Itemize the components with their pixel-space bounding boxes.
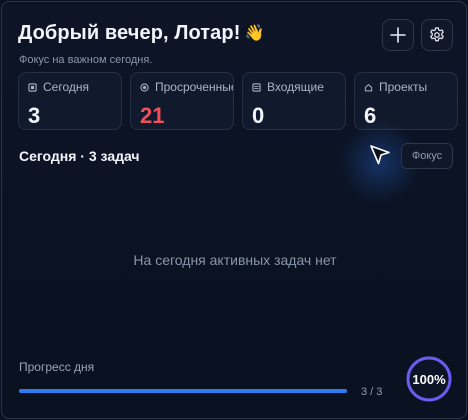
focus-button[interactable]: Фокус	[401, 143, 453, 169]
settings-button[interactable]	[421, 19, 453, 51]
progress-count: 3 / 3	[361, 386, 383, 398]
square-icon	[28, 82, 37, 92]
greeting-title: Добрый вечер, Лотар! 👋	[18, 22, 265, 45]
stat-card-today[interactable]: Сегодня 3	[18, 72, 122, 130]
stat-card-overdue[interactable]: Просроченные 21	[130, 72, 234, 130]
mouse-cursor-icon	[370, 145, 390, 165]
house-icon	[364, 83, 373, 91]
stat-label: Сегодня	[43, 80, 89, 94]
progress-percent: 100%	[412, 371, 446, 387]
add-button[interactable]	[382, 19, 414, 51]
greeting-text: Добрый вечер, Лотар!	[18, 22, 241, 44]
greeting-subtitle: Фокус на важном сегодня.	[19, 54, 153, 66]
dashboard-panel: Добрый вечер, Лотар! 👋 Фокус на важном с…	[1, 1, 467, 419]
inbox-icon	[252, 82, 261, 92]
progress-bar	[19, 389, 347, 393]
stat-value: 3	[28, 103, 41, 128]
progress-ring: 100%	[405, 355, 453, 403]
stat-card-inbox[interactable]: Входящие 0	[242, 72, 346, 130]
stat-value: 21	[140, 103, 165, 128]
stat-label: Входящие	[267, 80, 324, 94]
empty-state-text: На сегодня активных задач нет	[133, 252, 337, 268]
wave-emoji: 👋	[244, 24, 265, 42]
progress-bar-fill	[19, 389, 347, 393]
stat-label: Просроченные	[155, 80, 234, 94]
stat-label: Проекты	[379, 80, 428, 94]
target-icon	[140, 82, 149, 92]
stat-value: 0	[252, 103, 265, 128]
gear-icon	[430, 27, 444, 42]
today-section-title: Сегодня · 3 задач	[19, 148, 140, 164]
plus-icon	[390, 27, 406, 43]
progress-label: Прогресс дня	[19, 360, 95, 374]
